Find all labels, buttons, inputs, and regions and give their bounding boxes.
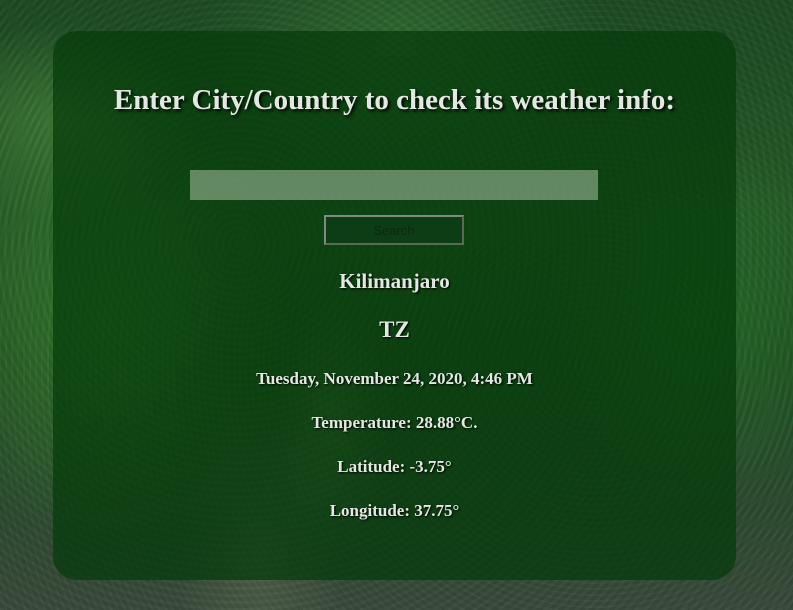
- city-name: Kilimanjaro: [339, 269, 450, 293]
- weather-card: Enter City/Country to check its weather …: [53, 31, 736, 580]
- search-button[interactable]: Search: [324, 215, 464, 245]
- temperature: Temperature: 28.88°C.: [311, 413, 478, 432]
- country-code: TZ: [379, 317, 410, 342]
- page-title: Enter City/Country to check its weather …: [113, 84, 676, 116]
- latitude: Latitude: -3.75°: [337, 457, 452, 476]
- city-search-input[interactable]: [190, 170, 598, 200]
- longitude: Longitude: 37.75°: [329, 501, 460, 520]
- date-time: Tuesday, November 24, 2020, 4:46 PM: [256, 369, 533, 388]
